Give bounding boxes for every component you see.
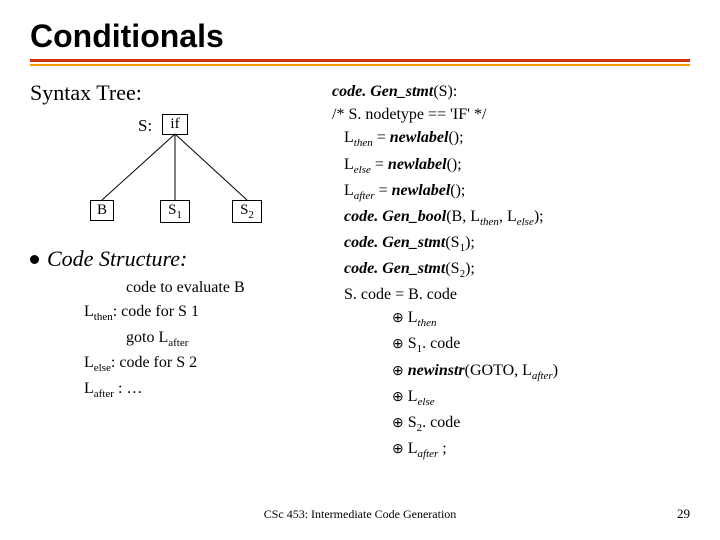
slide-title: Conditionals [30, 18, 690, 55]
left-column: Syntax Tree: S: if B S1 S2 Code Structur… [30, 80, 320, 463]
footer-page-number: 29 [677, 506, 690, 522]
syntax-tree-heading: Syntax Tree: [30, 80, 320, 106]
code-line-8: code. Gen_stmt(S2); [332, 257, 690, 283]
divider-orange [30, 64, 690, 66]
code-line-6: code. Gen_bool(B, Lthen, Lelse); [332, 205, 690, 231]
code-structure-heading: Code Structure: [47, 246, 187, 272]
code-line-3: Lthen = newlabel(); [332, 126, 690, 152]
code-line-o5: ⊕ S2. code [332, 411, 690, 437]
code-line-9: S. code = B. code [332, 283, 690, 306]
code-line-5: Lafter = newlabel(); [332, 179, 690, 205]
right-column: code. Gen_stmt(S): /* S. nodetype == 'IF… [332, 80, 690, 463]
struct-line-lelse: Lelse: code for S 2 [84, 351, 320, 377]
content-area: Syntax Tree: S: if B S1 S2 Code Structur… [30, 80, 690, 463]
struct-line-eval: code to evaluate B [84, 276, 320, 300]
code-structure-row: Code Structure: [30, 246, 320, 272]
code-line-o6: ⊕ Lafter ; [332, 437, 690, 463]
code-line-o3: ⊕ newinstr(GOTO, Lafter) [332, 359, 690, 385]
code-line-o4: ⊕ Lelse [332, 385, 690, 411]
divider-red [30, 59, 690, 62]
code-line-4: Lelse = newlabel(); [332, 153, 690, 179]
footer-center: CSc 453: Intermediate Code Generation [0, 507, 720, 522]
code-line-2: /* S. nodetype == 'IF' */ [332, 103, 690, 126]
code-line-o2: ⊕ S1. code [332, 332, 690, 358]
node-s2: S2 [232, 200, 262, 223]
bullet-icon [30, 255, 39, 264]
code-line-1: code. Gen_stmt(S): [332, 80, 690, 103]
node-s1: S1 [160, 200, 190, 223]
code-line-7: code. Gen_stmt(S1); [332, 231, 690, 257]
node-b: B [90, 200, 114, 221]
struct-line-goto: goto Lafter [84, 326, 320, 352]
struct-line-lthen: Lthen: code for S 1 [84, 300, 320, 326]
struct-line-lafter: Lafter : … [84, 377, 320, 403]
syntax-tree: S: if B S1 S2 [30, 112, 320, 232]
code-structure-block: code to evaluate B Lthen: code for S 1 g… [30, 276, 320, 403]
code-line-o1: ⊕ Lthen [332, 306, 690, 332]
